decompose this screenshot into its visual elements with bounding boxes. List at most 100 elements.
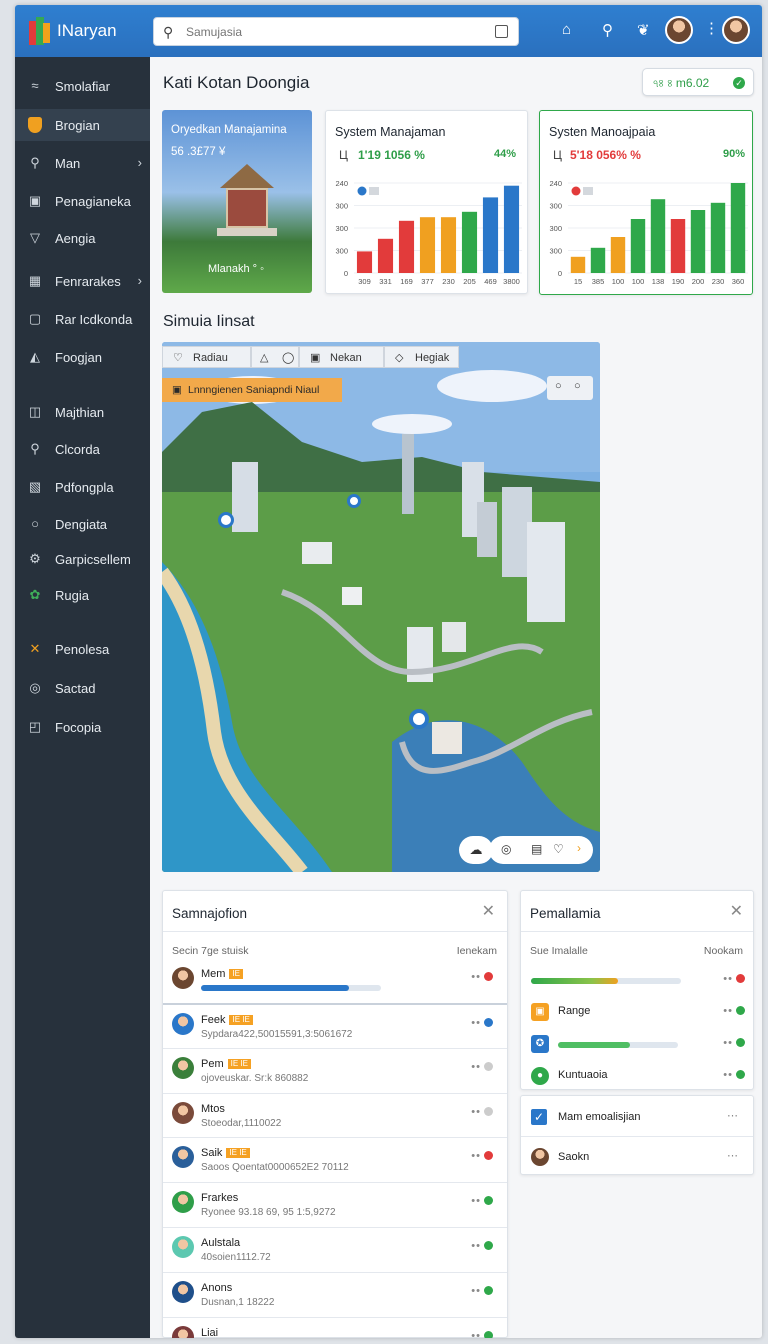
map-tab-hegiak[interactable]: ◇ Hegiak bbox=[384, 346, 459, 368]
chart-2-title: Systen Manoajpaia bbox=[549, 125, 656, 139]
sidebar-item-label: Sactad bbox=[55, 681, 96, 696]
image-icon[interactable]: ▤ bbox=[531, 842, 542, 856]
sidebar-item-focopia[interactable]: ◰ Focopia bbox=[15, 711, 150, 743]
list-item[interactable]: Feek IE IE Sypdara422,50015591,3:5061672 •• bbox=[163, 1003, 507, 1047]
chart-bar[interactable] bbox=[710, 202, 726, 273]
list-item[interactable]: Liai •• bbox=[163, 1316, 507, 1338]
search-input[interactable] bbox=[186, 23, 486, 41]
sidebar-item-fenrarakes[interactable]: ▦ Fenrarakes › bbox=[15, 265, 150, 297]
sidebar-item-penolesa[interactable]: ✕ Penolesa bbox=[15, 633, 150, 665]
document-icon: ▣ bbox=[28, 193, 42, 208]
chart-bar[interactable] bbox=[650, 199, 666, 273]
map-pin-icon[interactable] bbox=[347, 494, 361, 508]
list-item[interactable]: Mtos Stoeodar,1110022 •• bbox=[163, 1092, 507, 1137]
sidebar-item-sactad[interactable]: ◎ Sactad bbox=[15, 672, 150, 704]
search-icon[interactable]: ⚲ bbox=[602, 21, 613, 39]
chevron-right-icon[interactable]: › bbox=[577, 841, 581, 855]
search-box[interactable]: ⚲ bbox=[153, 17, 519, 46]
close-icon[interactable]: ✕ bbox=[482, 901, 495, 921]
chart-bar[interactable] bbox=[398, 220, 415, 273]
refresh-icon[interactable]: ◎ bbox=[501, 842, 511, 856]
bookmark-icon: ◰ bbox=[28, 719, 42, 734]
sidebar-item-smolafiar[interactable]: ≈ Smolafiar bbox=[15, 70, 150, 102]
chart-bar[interactable] bbox=[570, 256, 586, 273]
home-icon[interactable]: ⌂ bbox=[562, 21, 571, 38]
chart-bar[interactable] bbox=[670, 219, 686, 273]
legend-marker bbox=[357, 186, 367, 196]
status-indicator: •• bbox=[471, 1240, 493, 1252]
profile-avatar[interactable] bbox=[722, 16, 750, 44]
sidebar-item-penagianeka[interactable]: ▣ Penagianeka bbox=[15, 185, 150, 217]
sidebar-item-aengia[interactable]: ▽ Aengia bbox=[15, 222, 150, 254]
chart-bar[interactable] bbox=[503, 185, 520, 273]
chart-2-value: 5'18 056% % bbox=[570, 148, 641, 162]
map-view[interactable]: ♡ Radiau △ ◯ ▣ Nekan ◇ Hegiak ▣ Lnnngienen Sa… bbox=[162, 342, 600, 872]
x-tick-label: 377 bbox=[421, 277, 434, 286]
chart-bar[interactable] bbox=[590, 247, 606, 273]
list-col-left: Secin 7ge stuisk bbox=[172, 945, 249, 957]
sidebar-item-clcorda[interactable]: ⚲ Clcorda bbox=[15, 433, 150, 465]
sidebar-item-foogjan[interactable]: ◭ Foogjan bbox=[15, 341, 150, 373]
pavilion-body bbox=[226, 188, 268, 228]
chart-bar[interactable] bbox=[730, 183, 746, 273]
map-tab-radiau[interactable]: ♡ Radiau bbox=[162, 346, 251, 368]
list-item[interactable]: ● Kuntuaoia •• bbox=[521, 1063, 753, 1093]
map-zoom-control[interactable]: ○ ○ bbox=[547, 376, 593, 400]
filter-icon[interactable] bbox=[495, 25, 508, 38]
leaf-icon[interactable]: ❦ bbox=[637, 21, 650, 39]
map-tab-label: Nekan bbox=[330, 352, 362, 364]
checkbox[interactable]: ✓ bbox=[531, 1109, 547, 1125]
chart-bar[interactable] bbox=[630, 219, 646, 273]
chart-bar[interactable] bbox=[610, 237, 626, 273]
list-item[interactable]: Saik IE IE Saoos Qoentat0000652E2 70112 •• bbox=[163, 1137, 507, 1181]
map-pin-icon[interactable] bbox=[409, 709, 429, 729]
chart-bar[interactable] bbox=[440, 217, 457, 273]
list-item[interactable]: Aulstala 40soien1112.72 •• bbox=[163, 1227, 507, 1271]
more-icon[interactable]: ⋮ bbox=[704, 19, 719, 37]
list-item[interactable]: ✪ •• bbox=[521, 1031, 753, 1061]
close-icon[interactable]: ✕ bbox=[730, 901, 743, 921]
sidebar-item-garpicsellem[interactable]: ⚙ Garpicsellem bbox=[15, 543, 150, 575]
legend-swatch bbox=[369, 187, 379, 195]
user-avatar[interactable] bbox=[665, 16, 693, 44]
map-action-bar[interactable]: ◎ ▤ ♡ › bbox=[489, 836, 593, 864]
chart-card-2[interactable]: Systen Manoajpaia Ц 5'18 056% % 90% 0 300… bbox=[539, 110, 753, 295]
lock-icon: Ц bbox=[553, 148, 562, 162]
chart-bar[interactable] bbox=[461, 211, 478, 273]
map-pin-icon[interactable] bbox=[218, 512, 234, 528]
sidebar-item-label: Man bbox=[55, 156, 81, 171]
list-item[interactable]: Frarkes Ryonee 93.18 69, 95 1:5,9272 •• bbox=[163, 1182, 507, 1226]
share-button[interactable]: ☁ bbox=[459, 836, 493, 864]
progress-bar bbox=[531, 978, 681, 984]
sidebar-item-label: Pdfongpla bbox=[55, 480, 114, 495]
sidebar-item-majthian[interactable]: ◫ Majthian bbox=[15, 396, 150, 428]
sidebar-item-brogian[interactable]: Brogian bbox=[15, 109, 150, 141]
sidebar-item-pdfongpla[interactable]: ▧ Pdfongpla bbox=[15, 471, 150, 503]
status-pill[interactable]: ঀ৪ ৪ m6.02 ✓ bbox=[642, 68, 754, 96]
chart-bar[interactable] bbox=[482, 197, 499, 273]
image-card[interactable]: Oryedkan Manajamina 56 .3£77 ¥ Mlanakh °… bbox=[162, 110, 312, 293]
sidebar-item-rar-icdkonda[interactable]: ▢ Rar Icdkonda bbox=[15, 303, 150, 335]
list-item[interactable]: Mem IE •• bbox=[163, 959, 507, 1003]
star-icon: ✪ bbox=[531, 1035, 549, 1053]
list-item[interactable]: Anons Dusnan,1 18222 •• bbox=[163, 1271, 507, 1316]
sidebar-item-man[interactable]: ⚲ Man › bbox=[15, 147, 150, 179]
map-tool-buttons[interactable]: △ ◯ bbox=[251, 346, 299, 368]
list-item[interactable]: ▣ Range •• bbox=[521, 999, 753, 1029]
chart-bar[interactable] bbox=[356, 251, 373, 273]
drag-handle-icon[interactable]: ⋯ bbox=[727, 1149, 739, 1162]
list-item[interactable]: Pem IE IE ojoveuskar. Sr:k 860882 •• bbox=[163, 1047, 507, 1092]
chart-bar[interactable] bbox=[419, 217, 436, 273]
sidebar-item-dengiata[interactable]: ○ Dengiata bbox=[15, 508, 150, 540]
sidebar-item-rugia[interactable]: ✿ Rugia bbox=[15, 579, 150, 611]
chart-bar[interactable] bbox=[690, 210, 706, 273]
list-item-subtitle: 40soien1112.72 bbox=[201, 1252, 271, 1263]
map-banner[interactable]: ▣ Lnnngienen Saniapndi Niaul bbox=[162, 378, 342, 402]
heart-icon[interactable]: ♡ bbox=[553, 842, 564, 856]
list-item[interactable]: •• bbox=[521, 967, 753, 997]
drag-handle-icon[interactable]: ⋯ bbox=[727, 1109, 739, 1122]
chart-card-1[interactable]: System Manajaman Ц 1'19 1056 % 44% 0 300 3… bbox=[325, 110, 528, 294]
chart-bar[interactable] bbox=[377, 238, 394, 273]
map-tab-nekan[interactable]: ▣ Nekan bbox=[299, 346, 384, 368]
list-panel: Samnajofion ✕ Secin 7ge stuisk Ienekam M… bbox=[162, 890, 508, 1338]
